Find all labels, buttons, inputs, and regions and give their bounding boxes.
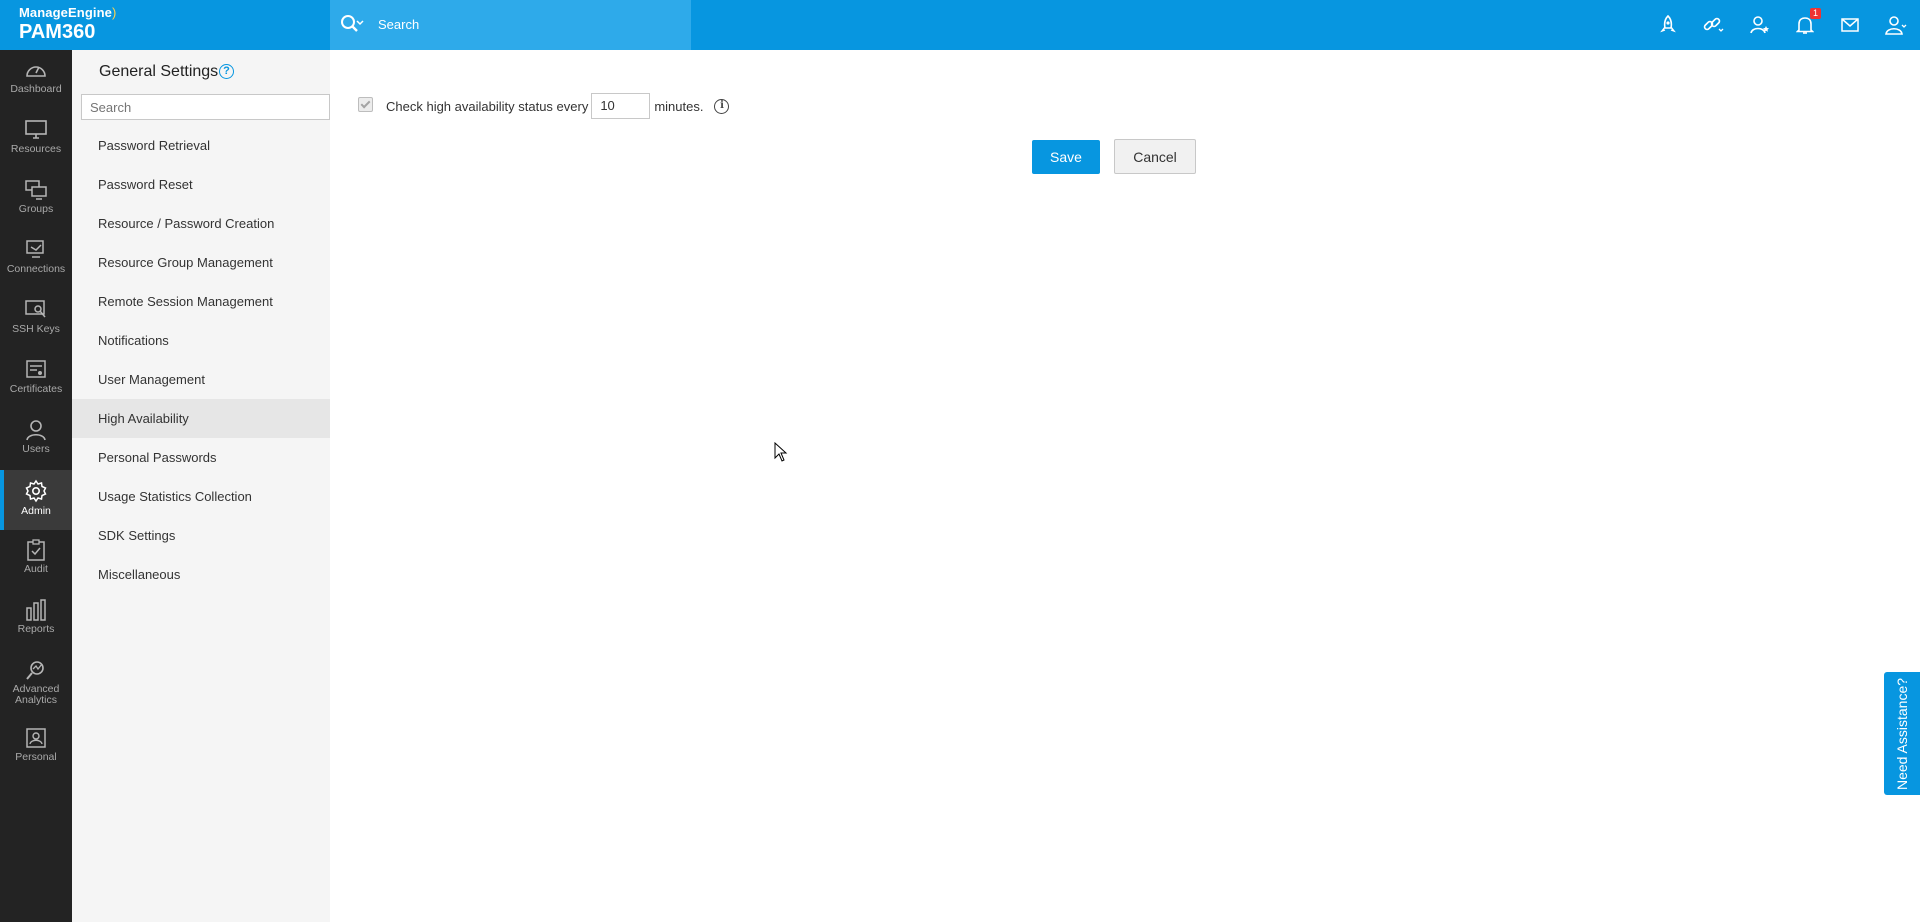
ha-check-label: Check high availability status every <box>386 98 589 114</box>
save-button[interactable]: Save <box>1032 140 1100 174</box>
settings-item-password-retrieval[interactable]: Password Retrieval <box>72 126 330 165</box>
nav-personal[interactable]: Personal <box>0 718 72 778</box>
dashboard-icon <box>26 66 46 77</box>
interval-input[interactable]: 10 <box>591 93 651 119</box>
info-icon[interactable]: i <box>714 98 730 114</box>
ssh-key-icon <box>25 300 46 318</box>
nav-ssh-keys[interactable]: SSH Keys <box>0 290 72 350</box>
ha-status-row: Check high availability status every 10 … <box>358 93 730 119</box>
settings-item-sdk-settings[interactable]: SDK Settings <box>72 516 330 555</box>
rocket-icon[interactable] <box>1656 13 1680 37</box>
nav-admin[interactable]: Admin <box>0 470 72 530</box>
search-icon <box>340 14 364 41</box>
nav-advanced-analytics[interactable]: Advanced Analytics <box>0 650 72 718</box>
left-nav: Dashboard Resources Groups Connections S… <box>0 50 72 922</box>
interval-unit: minutes. <box>654 98 704 114</box>
settings-item-usage-statistics[interactable]: Usage Statistics Collection <box>72 477 330 516</box>
nav-audit[interactable]: Audit <box>0 530 72 590</box>
global-search-placeholder: Search <box>378 17 420 32</box>
settings-item-password-reset[interactable]: Password Reset <box>72 165 330 204</box>
user-icon <box>26 420 46 441</box>
monitor-icon <box>25 120 47 139</box>
notification-badge: 1 <box>1810 8 1821 19</box>
bell-icon[interactable]: 1 <box>1793 8 1821 37</box>
nav-groups[interactable]: Groups <box>0 170 72 230</box>
nav-certificates[interactable]: Certificates <box>0 350 72 410</box>
settings-title: General Settings <box>99 63 219 80</box>
need-assistance-tab[interactable]: Need Assistance? <box>1884 672 1920 795</box>
settings-item-resource-password-creation[interactable]: Resource / Password Creation <box>72 204 330 243</box>
settings-item-resource-group-management[interactable]: Resource Group Management <box>72 243 330 282</box>
settings-sidebar: General Settings ? Password Retrieval Pa… <box>72 50 331 922</box>
settings-item-notifications[interactable]: Notifications <box>72 321 330 360</box>
analytics-icon <box>26 661 44 680</box>
brand-product: PAM360 <box>19 21 96 43</box>
nav-resources[interactable]: Resources <box>0 110 72 170</box>
settings-search-input[interactable] <box>81 94 330 120</box>
mail-icon[interactable] <box>1838 13 1862 37</box>
brand-company: ManageEngine <box>19 5 112 20</box>
clipboard-icon <box>27 539 45 561</box>
brand-logo[interactable]: ManageEngine) PAM360 <box>19 5 116 43</box>
user-icon[interactable] <box>1884 13 1908 37</box>
nav-dashboard[interactable]: Dashboard <box>0 50 72 110</box>
user-star-icon[interactable] <box>1748 13 1772 37</box>
settings-item-user-management[interactable]: User Management <box>72 360 330 399</box>
settings-item-remote-session-management[interactable]: Remote Session Management <box>72 282 330 321</box>
cancel-button[interactable]: Cancel <box>1114 139 1196 174</box>
global-search[interactable]: Search <box>330 0 691 50</box>
top-bar: ManageEngine) PAM360 Search 1 <box>0 0 1920 50</box>
settings-item-personal-passwords[interactable]: Personal Passwords <box>72 438 330 477</box>
certificate-icon <box>26 360 46 378</box>
ha-check-checkbox[interactable] <box>358 96 373 112</box>
nav-users[interactable]: Users <box>0 410 72 470</box>
personal-icon <box>26 728 46 748</box>
gear-icon <box>25 479 47 503</box>
settings-item-high-availability[interactable]: High Availability <box>72 399 330 438</box>
bar-chart-icon <box>26 599 46 621</box>
nav-connections[interactable]: Connections <box>0 230 72 290</box>
mouse-cursor-icon <box>774 441 788 467</box>
main-content: Check high availability status every 10 … <box>330 50 1920 922</box>
link-icon[interactable] <box>1701 13 1725 37</box>
nav-reports[interactable]: Reports <box>0 590 72 650</box>
need-assistance-label: Need Assistance? <box>1894 677 1910 790</box>
help-icon[interactable]: ? <box>219 64 234 79</box>
settings-item-miscellaneous[interactable]: Miscellaneous <box>72 555 330 594</box>
connections-icon <box>26 240 44 258</box>
groups-icon <box>25 180 47 200</box>
